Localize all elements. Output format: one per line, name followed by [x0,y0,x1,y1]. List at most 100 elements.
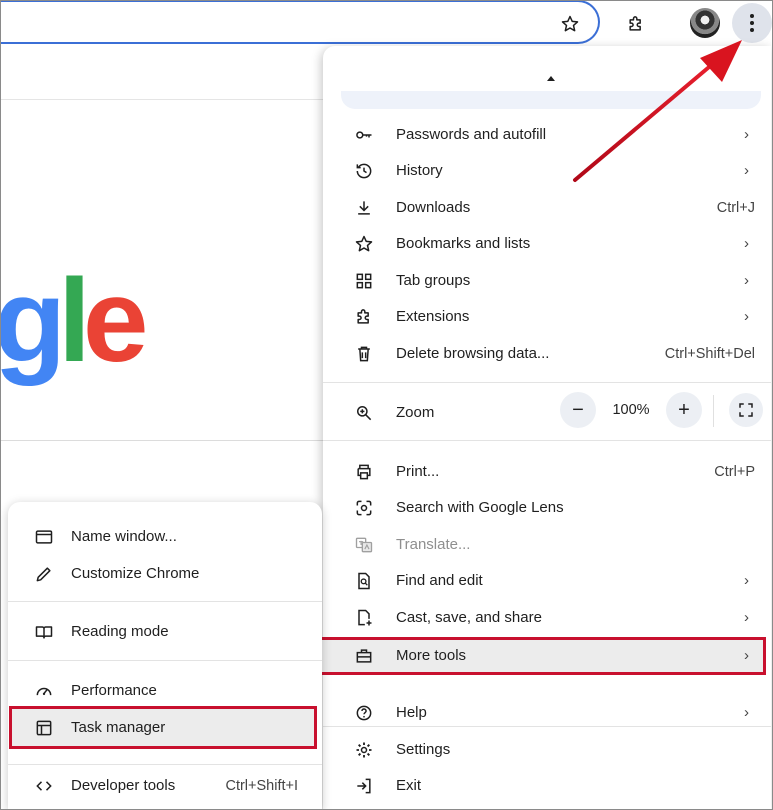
download-icon [353,197,375,219]
submenu-item-task-manager[interactable]: Task manager [8,709,314,746]
menu-item-label: Downloads [396,199,471,216]
chevron-right-icon: › [744,308,749,325]
bookmark-star-icon[interactable] [552,6,588,42]
scroll-up-caret-icon[interactable] [547,76,555,81]
page-divider [0,99,330,100]
submenu-item-label: Task manager [71,719,166,736]
star-icon [353,233,375,255]
chevron-right-icon: › [744,704,749,721]
more-tools-submenu: Name window... Customize Chrome Reading … [8,502,322,810]
tab-groups-icon [353,270,375,292]
menu-item-history[interactable]: History › [323,152,771,189]
exit-icon [353,775,375,797]
zoom-value: 100% [612,402,650,418]
zoom-icon [353,402,375,424]
submenu-item-label: Developer tools [71,777,176,794]
menu-item-label: Settings [396,741,451,758]
chevron-right-icon: › [744,162,749,179]
chevron-right-icon: › [744,126,749,143]
menu-item-settings[interactable]: Settings [323,731,771,768]
key-icon [353,124,375,146]
chevron-right-icon: › [744,609,749,626]
menu-item-cast-save-share[interactable]: Cast, save, and share › [323,599,771,636]
shortcut-label: Ctrl+Shift+I [225,777,298,794]
address-bar[interactable] [0,0,600,44]
submenu-item-customize-chrome[interactable]: Customize Chrome [8,555,322,592]
toolbox-icon [353,645,375,667]
menu-item-passwords[interactable]: Passwords and autofill › [323,116,771,153]
menu-item-label: Delete browsing data... [396,345,550,362]
submenu-item-performance[interactable]: Performance [8,672,322,709]
chrome-menu-kebab-icon[interactable] [732,3,772,43]
chevron-right-icon: › [744,647,749,664]
history-icon [353,160,375,182]
printer-icon [353,461,375,483]
menu-item-zoom: Zoom [323,394,771,431]
extensions-puzzle-icon[interactable] [618,6,654,42]
menu-top-peek [341,91,761,109]
menu-item-label: Extensions [396,308,470,325]
zoom-separator [713,395,714,427]
menu-separator [323,382,771,383]
submenu-item-label: Customize Chrome [71,565,200,582]
chevron-right-icon: › [744,235,749,252]
menu-item-bookmarks[interactable]: Bookmarks and lists › [323,225,771,262]
help-icon [353,702,375,724]
menu-item-label: Translate... [396,536,471,553]
find-icon [353,570,375,592]
chevron-right-icon: › [744,572,749,589]
trash-icon [353,343,375,365]
menu-item-label: Bookmarks and lists [396,235,531,252]
menu-item-label: Tab groups [396,272,471,289]
code-icon [33,775,55,797]
menu-item-downloads[interactable]: Downloads Ctrl+J [323,189,771,226]
menu-item-delete-browsing-data[interactable]: Delete browsing data... Ctrl+Shift+Del [323,335,771,372]
shortcut-label: Ctrl+Shift+Del [664,345,755,362]
menu-item-label: Help [396,704,427,721]
submenu-item-label: Performance [71,682,157,699]
zoom-in-button[interactable]: + [666,392,702,428]
task-manager-icon [33,717,55,739]
shortcut-label: Ctrl+J [716,199,755,216]
menu-item-help[interactable]: Help › [323,694,771,731]
page-divider [0,440,330,441]
submenu-item-developer-tools[interactable]: Developer tools Ctrl+Shift+I [8,767,322,804]
translate-icon [353,534,375,556]
cast-save-icon [353,607,375,629]
submenu-item-reading-mode[interactable]: Reading mode [8,613,322,650]
menu-item-label: More tools [396,647,467,664]
menu-item-label: Cast, save, and share [396,609,542,626]
menu-item-label: Search with Google Lens [396,499,564,516]
chevron-right-icon: › [744,272,749,289]
chrome-main-menu: Passwords and autofill › History › Downl… [323,46,771,810]
submenu-separator [8,601,322,602]
submenu-item-name-window[interactable]: Name window... [8,518,322,555]
menu-item-google-lens[interactable]: Search with Google Lens [323,489,771,526]
menu-item-label: History [396,162,443,179]
menu-item-find-and-edit[interactable]: Find and edit › [323,562,771,599]
menu-item-more-tools[interactable]: More tools › [323,637,767,674]
fullscreen-icon[interactable] [729,393,763,427]
menu-item-label: Exit [396,777,422,794]
google-logo-partial: gle [0,255,148,387]
profile-avatar[interactable] [690,8,720,38]
menu-item-label: Print... [396,463,440,480]
menu-item-label: Zoom [396,404,435,421]
puzzle-icon [353,306,375,328]
pencil-icon [33,563,55,585]
menu-item-tab-groups[interactable]: Tab groups › [323,262,771,299]
menu-item-extensions[interactable]: Extensions › [323,298,771,335]
menu-separator [323,440,771,441]
menu-item-exit[interactable]: Exit [323,767,771,804]
settings-icon [353,739,375,761]
zoom-out-button[interactable]: − [560,392,596,428]
menu-item-label: Find and edit [396,572,483,589]
gauge-icon [33,680,55,702]
submenu-separator [8,660,322,661]
submenu-item-label: Reading mode [71,623,169,640]
submenu-item-label: Name window... [71,528,177,545]
submenu-separator [8,764,322,765]
menu-item-print[interactable]: Print... Ctrl+P [323,453,771,490]
menu-item-translate: Translate... [323,526,771,563]
window-icon [33,526,55,548]
